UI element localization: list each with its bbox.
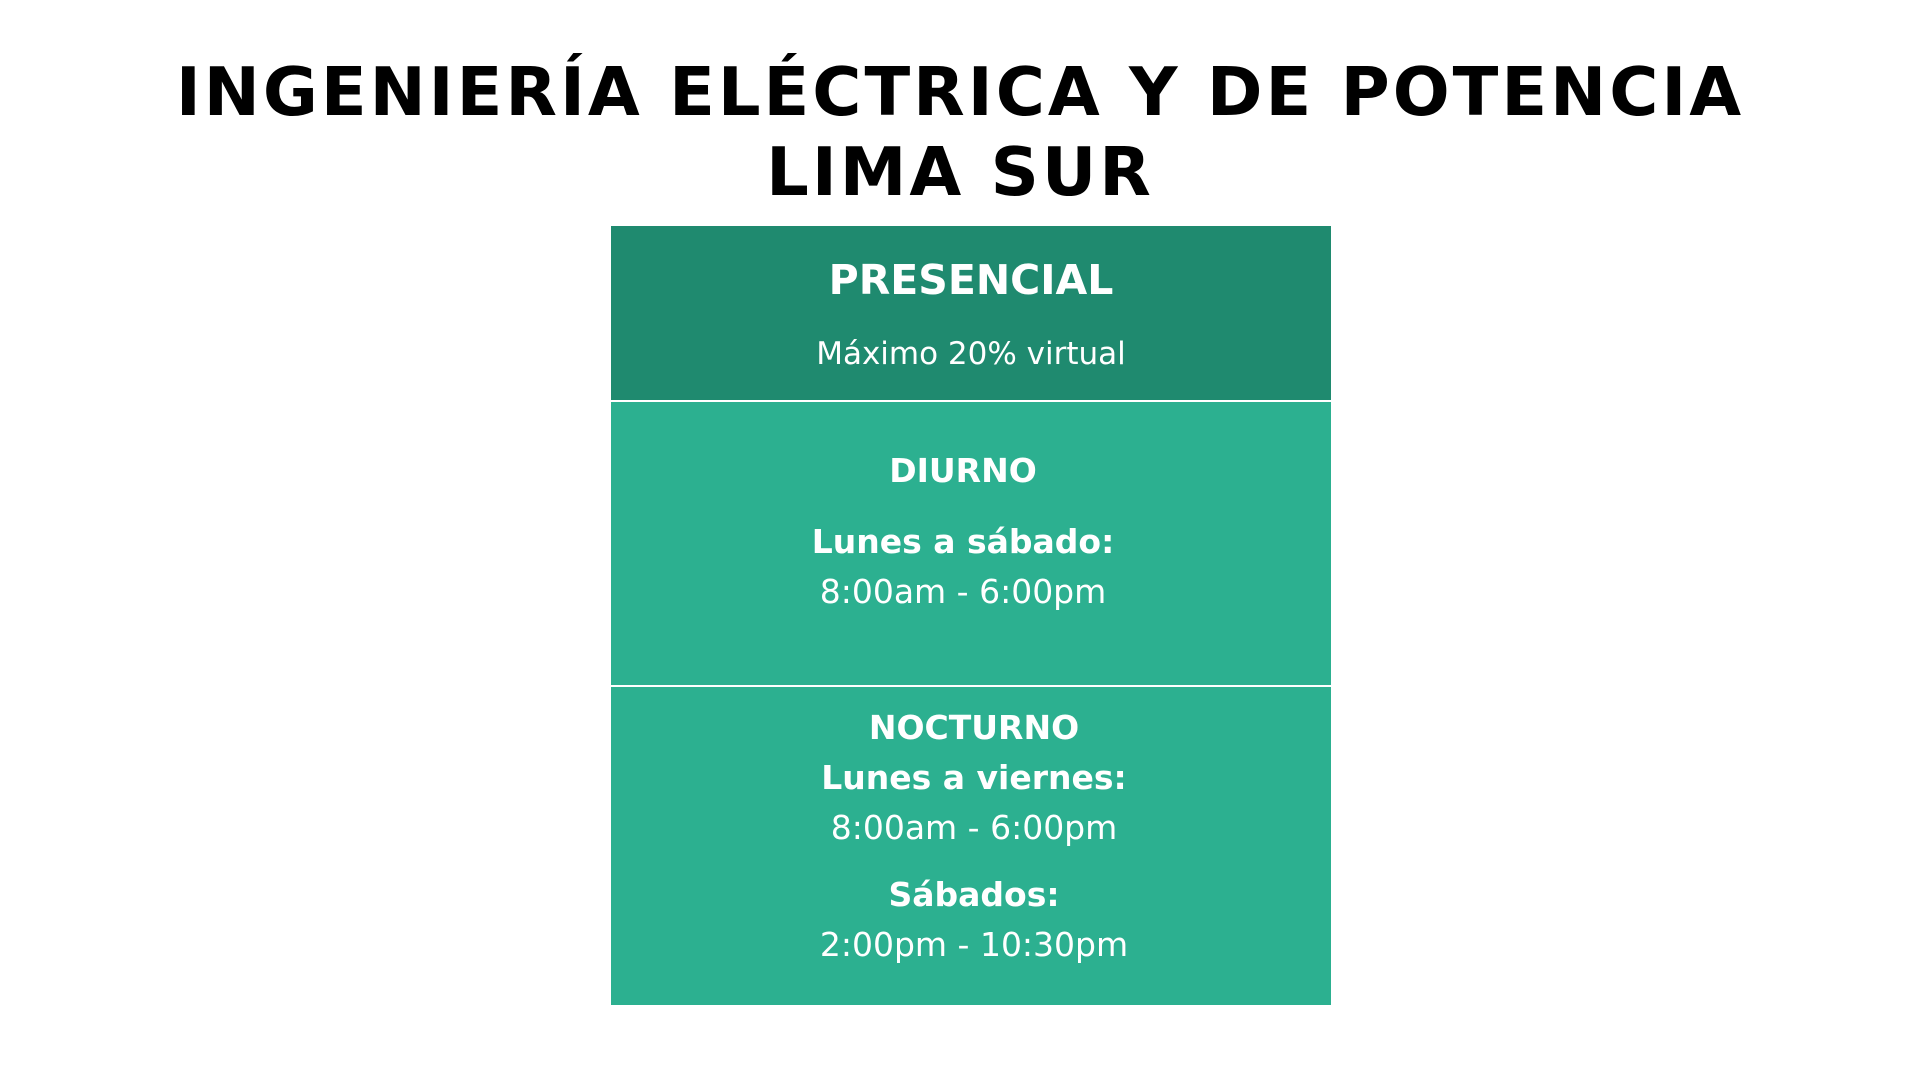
diurno-hours: 8:00am - 6:00pm: [819, 572, 1107, 611]
modality-subheading: Máximo 20% virtual: [816, 336, 1126, 372]
diurno-days-label: Lunes a sábado:: [811, 522, 1115, 561]
title-line-1: INGENIERÍA ELÉCTRICA Y DE POTENCIA: [175, 53, 1745, 131]
modality-heading: PRESENCIAL: [828, 256, 1114, 304]
diurno-section: DIURNO Lunes a sábado: 8:00am - 6:00pm: [611, 402, 1331, 685]
nocturno-weekdays-hours: 8:00am - 6:00pm: [830, 808, 1118, 847]
title-line-2: LIMA SUR: [766, 133, 1154, 211]
diurno-heading: DIURNO: [889, 451, 1037, 490]
page-title: INGENIERÍA ELÉCTRICA Y DE POTENCIA LIMA …: [0, 52, 1920, 212]
nocturno-saturday-label: Sábados:: [888, 875, 1060, 914]
modality-header: PRESENCIAL Máximo 20% virtual: [611, 226, 1331, 400]
nocturno-heading: NOCTURNO: [868, 708, 1080, 747]
nocturno-weekdays-label: Lunes a viernes:: [821, 758, 1127, 797]
nocturno-section: NOCTURNO Lunes a viernes: 8:00am - 6:00p…: [611, 687, 1331, 1005]
nocturno-saturday-hours: 2:00pm - 10:30pm: [819, 925, 1129, 964]
schedule-card: PRESENCIAL Máximo 20% virtual DIURNO Lun…: [611, 226, 1331, 1005]
